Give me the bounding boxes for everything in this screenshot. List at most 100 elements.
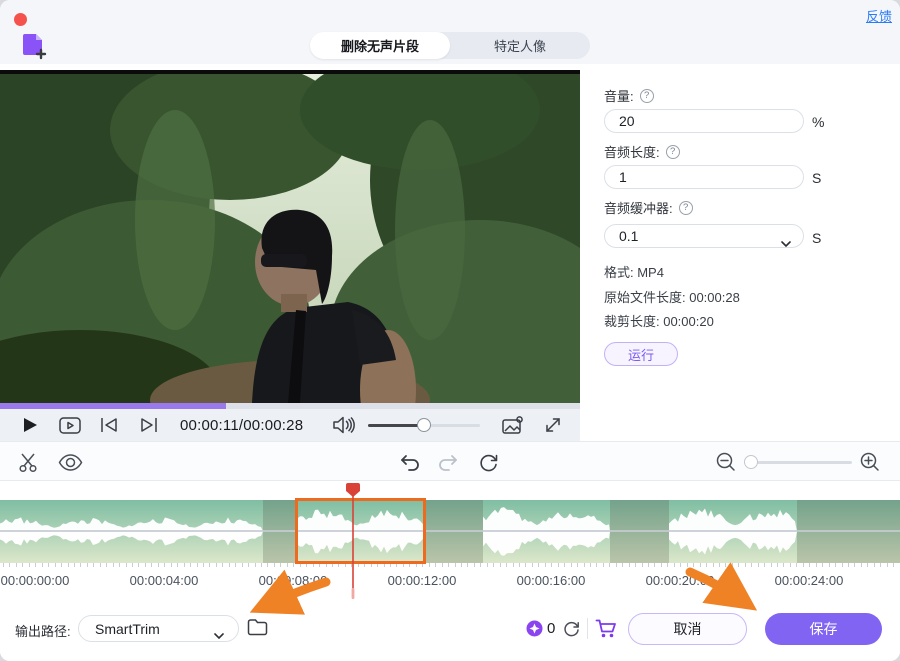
ruler-tick	[751, 563, 752, 567]
add-file-icon[interactable]	[19, 31, 49, 61]
tab-remove-silence[interactable]: 删除无声片段	[310, 32, 450, 59]
ruler-tick	[313, 563, 314, 567]
help-icon[interactable]	[679, 201, 693, 215]
cart-icon[interactable]	[595, 619, 617, 644]
snapshot-icon[interactable]	[501, 409, 525, 441]
ruler-tick	[500, 563, 501, 567]
feedback-link[interactable]: 反馈	[866, 6, 892, 25]
timeline-time-label: 00:00:24:00	[775, 573, 844, 588]
volume-slider-knob[interactable]	[417, 418, 431, 432]
cut-icon[interactable]	[18, 442, 39, 482]
ruler-tick	[100, 563, 101, 567]
ruler-tick	[545, 563, 546, 567]
ruler-tick	[396, 563, 397, 567]
ruler-tick	[745, 563, 746, 567]
window-close-button[interactable]	[14, 13, 27, 26]
volume-unit: %	[812, 114, 824, 130]
ruler-tick	[680, 563, 681, 567]
ruler-tick	[442, 563, 443, 567]
ruler-tick	[222, 563, 223, 567]
timeline-ruler	[0, 563, 900, 571]
video-preview[interactable]	[0, 70, 580, 403]
volume-icon[interactable]	[331, 409, 357, 441]
ruler-tick	[158, 563, 159, 567]
refresh-credits-icon[interactable]	[563, 620, 580, 642]
cancel-button[interactable]: 取消	[628, 613, 747, 645]
preview-clip-button[interactable]	[58, 409, 82, 441]
mode-tabs: 删除无声片段 特定人像	[310, 32, 590, 59]
ruler-tick	[364, 563, 365, 567]
waveform-centerline	[0, 530, 900, 532]
ruler-tick	[738, 563, 739, 567]
ruler-tick	[725, 563, 726, 567]
ruler-tick	[713, 563, 714, 567]
ruler-tick	[493, 563, 494, 567]
ruler-tick	[113, 563, 114, 567]
next-frame-button[interactable]	[138, 409, 160, 441]
output-path-label: 输出路径:	[15, 621, 71, 640]
ruler-tick	[429, 563, 430, 567]
audio-length-label: 音频长度:	[604, 142, 680, 161]
fullscreen-icon[interactable]	[541, 409, 565, 441]
volume-input[interactable]: 20	[604, 109, 804, 133]
ruler-tick	[461, 563, 462, 567]
ruler-tick	[616, 563, 617, 567]
ruler-tick	[332, 563, 333, 567]
ruler-tick	[558, 563, 559, 567]
ruler-tick	[783, 563, 784, 567]
ruler-tick	[513, 563, 514, 567]
ruler-tick	[280, 563, 281, 567]
ruler-tick	[16, 563, 17, 567]
ruler-tick	[790, 563, 791, 567]
ruler-tick	[880, 563, 881, 567]
help-icon[interactable]	[666, 145, 680, 159]
credits-count: 0	[547, 620, 555, 637]
help-icon[interactable]	[640, 89, 654, 103]
ruler-tick	[326, 563, 327, 567]
ruler-tick	[403, 563, 404, 567]
ruler-tick	[893, 563, 894, 567]
reset-icon[interactable]	[478, 442, 499, 482]
ruler-tick	[829, 563, 830, 567]
ruler-tick	[171, 563, 172, 567]
ruler-tick	[519, 563, 520, 567]
output-path-select[interactable]: SmartTrim	[78, 615, 239, 642]
zoom-out-icon[interactable]	[716, 442, 736, 482]
preview-eye-icon[interactable]	[58, 442, 83, 482]
audio-buffer-select[interactable]: 0.1	[604, 224, 804, 248]
ruler-tick	[480, 563, 481, 567]
timeline-zoom-knob[interactable]	[744, 455, 758, 469]
ruler-tick	[138, 563, 139, 567]
ruler-tick	[255, 563, 256, 567]
browse-folder-icon[interactable]	[247, 618, 268, 641]
ruler-tick	[506, 563, 507, 567]
ruler-tick	[777, 563, 778, 567]
ruler-tick	[203, 563, 204, 567]
tab-specific-person[interactable]: 特定人像	[450, 32, 590, 59]
ruler-tick	[448, 563, 449, 567]
ruler-tick	[377, 563, 378, 567]
redo-icon[interactable]	[439, 442, 459, 482]
zoom-in-icon[interactable]	[860, 442, 880, 482]
previous-frame-button[interactable]	[98, 409, 120, 441]
ruler-tick	[106, 563, 107, 567]
ruler-tick	[48, 563, 49, 567]
trimmed-length-text: 裁剪长度: 00:00:20	[604, 311, 714, 330]
audio-length-input[interactable]: 1	[604, 165, 804, 189]
credits-coin-icon[interactable]	[526, 620, 543, 642]
ruler-tick	[577, 563, 578, 567]
ruler-tick	[874, 563, 875, 567]
ruler-tick	[306, 563, 307, 567]
run-button[interactable]: 运行	[604, 342, 678, 366]
ruler-tick	[287, 563, 288, 567]
save-button[interactable]: 保存	[765, 613, 882, 645]
ruler-tick	[197, 563, 198, 567]
ruler-tick	[861, 563, 862, 567]
ruler-tick	[887, 563, 888, 567]
playhead[interactable]	[345, 483, 361, 605]
timeline-zoom-slider[interactable]	[745, 461, 852, 464]
play-button[interactable]	[20, 409, 40, 441]
ruler-tick	[796, 563, 797, 567]
undo-icon[interactable]	[399, 442, 419, 482]
app-window: 删除无声片段 特定人像 反馈	[0, 0, 900, 661]
